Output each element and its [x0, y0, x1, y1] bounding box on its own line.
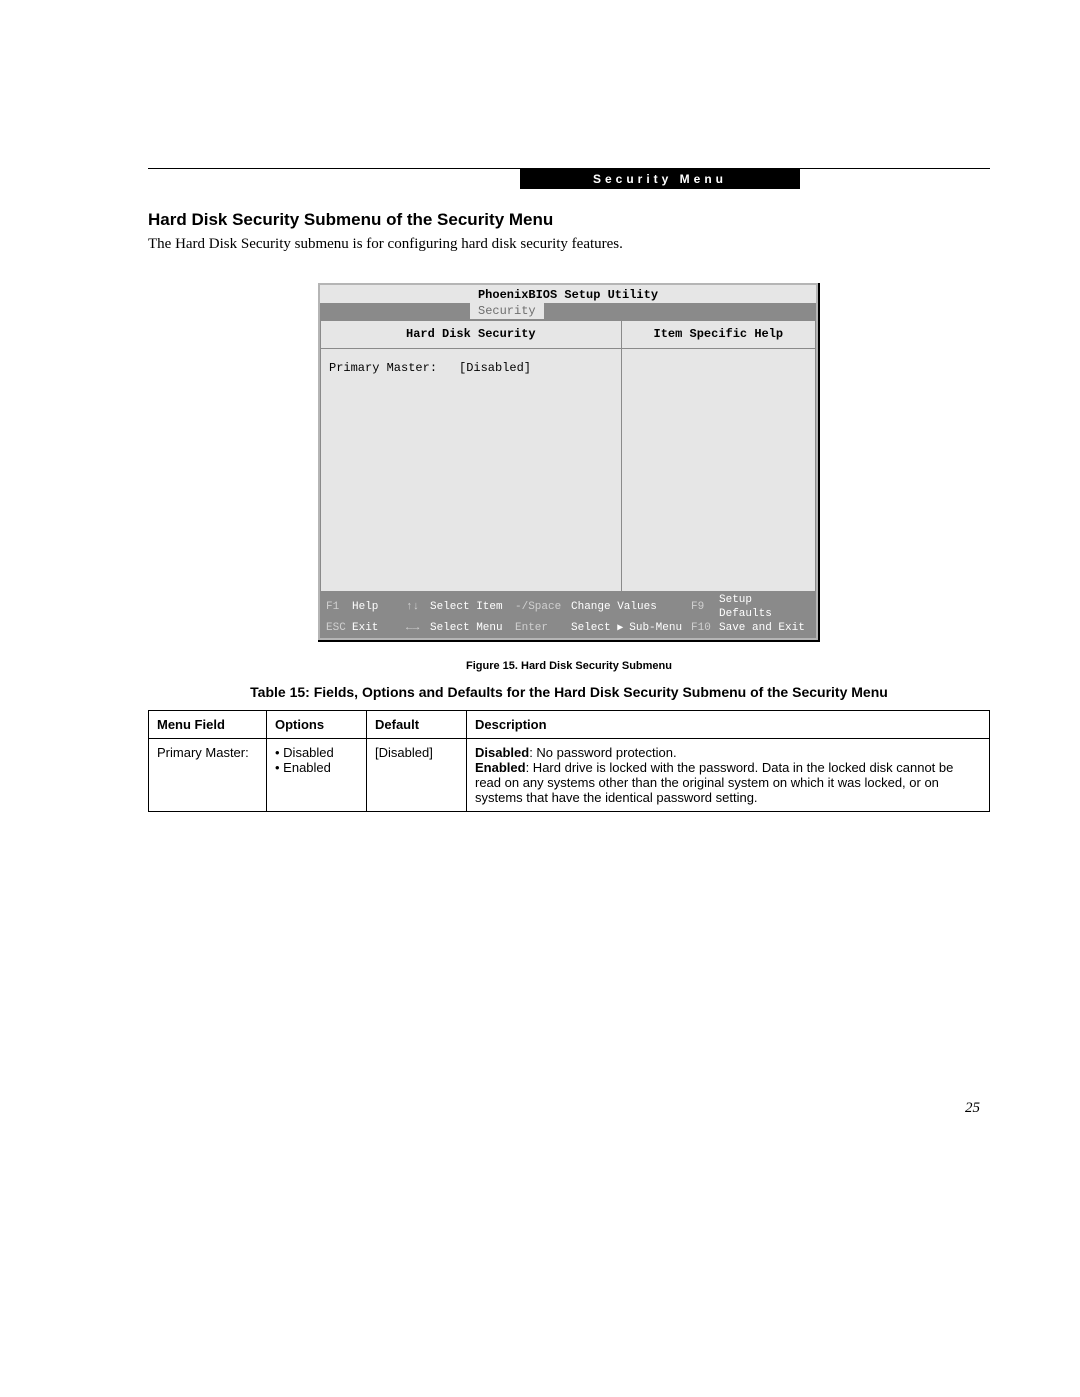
bios-key-enter-label: Select ▶ Sub-Menu: [571, 622, 691, 635]
table-row: Primary Master: Disabled Enabled [Disabl…: [149, 738, 990, 811]
section-intro: The Hard Disk Security submenu is for co…: [148, 236, 990, 253]
options-list: Disabled Enabled: [275, 745, 358, 775]
bios-key-enter: Enter: [515, 622, 571, 635]
bios-left-body: Primary Master: [Disabled]: [321, 349, 621, 592]
cell-field: Primary Master:: [149, 738, 267, 811]
desc-enabled-label: Enabled: [475, 760, 526, 775]
bios-item-value: [Disabled]: [459, 361, 531, 375]
bios-key-f10: F10: [691, 622, 719, 635]
cell-options: Disabled Enabled: [267, 738, 367, 811]
table-header-row: Menu Field Options Default Description: [149, 710, 990, 738]
figure-caption: Figure 15. Hard Disk Security Submenu: [148, 660, 990, 672]
bios-left-pane: Hard Disk Security Primary Master: [Disa…: [320, 320, 622, 592]
header-tab-label: Security Menu: [593, 172, 727, 186]
header-tab: Security Menu: [520, 169, 800, 189]
bios-item-label: Primary Master:: [329, 361, 459, 375]
th-description: Description: [467, 710, 990, 738]
th-menu-field: Menu Field: [149, 710, 267, 738]
bios-body: Hard Disk Security Primary Master: [Disa…: [320, 319, 816, 592]
bios-enter-suffix: Sub-Menu: [629, 622, 682, 634]
bios-footer: F1 Help ↑↓ Select Item -/Space Change Va…: [320, 592, 816, 638]
bios-left-header: Hard Disk Security: [321, 321, 621, 348]
bios-item-row: Primary Master: [Disabled]: [329, 361, 613, 375]
bios-title: PhoenixBIOS Setup Utility: [320, 285, 816, 303]
bios-key-f1-label: Help: [352, 601, 406, 614]
bios-key-esc: ESC: [326, 622, 352, 635]
bios-key-f1: F1: [326, 601, 352, 614]
bios-right-header: Item Specific Help: [622, 321, 815, 348]
desc-disabled-text: : No password protection.: [529, 745, 676, 760]
th-default: Default: [367, 710, 467, 738]
fields-table: Menu Field Options Default Description P…: [148, 710, 990, 812]
desc-disabled-label: Disabled: [475, 745, 529, 760]
bios-key-f9-label: Setup Defaults: [719, 594, 810, 620]
bios-key-updown-label: Select Item: [430, 601, 515, 614]
bios-screenshot: PhoenixBIOS Setup Utility Security Hard …: [318, 283, 820, 642]
bios-title-text: PhoenixBIOS Setup Utility: [478, 288, 658, 302]
desc-enabled-text: : Hard drive is locked with the password…: [475, 760, 953, 805]
triangle-right-icon: ▶: [617, 623, 629, 634]
bios-key-space-label: Change Values: [571, 601, 691, 614]
bios-menubar: Security: [320, 303, 816, 319]
bios-key-esc-label: Exit: [352, 622, 406, 635]
option-item: Enabled: [275, 760, 358, 775]
bios-help-body: [622, 349, 815, 592]
bios-key-leftright: ←→: [406, 622, 430, 635]
bios-key-f10-label: Save and Exit: [719, 622, 810, 635]
cell-description: Disabled: No password protection. Enable…: [467, 738, 990, 811]
bios-key-f9: F9: [691, 601, 719, 614]
bios-right-pane: Item Specific Help: [622, 320, 816, 592]
bios-key-space: -/Space: [515, 601, 571, 614]
page-number: 25: [965, 1100, 980, 1117]
document-page: Security Menu Hard Disk Security Submenu…: [0, 0, 1080, 1397]
bios-enter-prefix: Select: [571, 622, 611, 634]
option-item: Disabled: [275, 745, 358, 760]
table-title: Table 15: Fields, Options and Defaults f…: [148, 684, 990, 700]
bios-active-tab: Security: [470, 303, 544, 319]
cell-default: [Disabled]: [367, 738, 467, 811]
section-title: Hard Disk Security Submenu of the Securi…: [148, 210, 990, 230]
bios-box: PhoenixBIOS Setup Utility Security Hard …: [318, 283, 818, 640]
th-options: Options: [267, 710, 367, 738]
bios-key-updown: ↑↓: [406, 601, 430, 614]
bios-key-leftright-label: Select Menu: [430, 622, 515, 635]
page-content: Hard Disk Security Submenu of the Securi…: [148, 210, 990, 812]
